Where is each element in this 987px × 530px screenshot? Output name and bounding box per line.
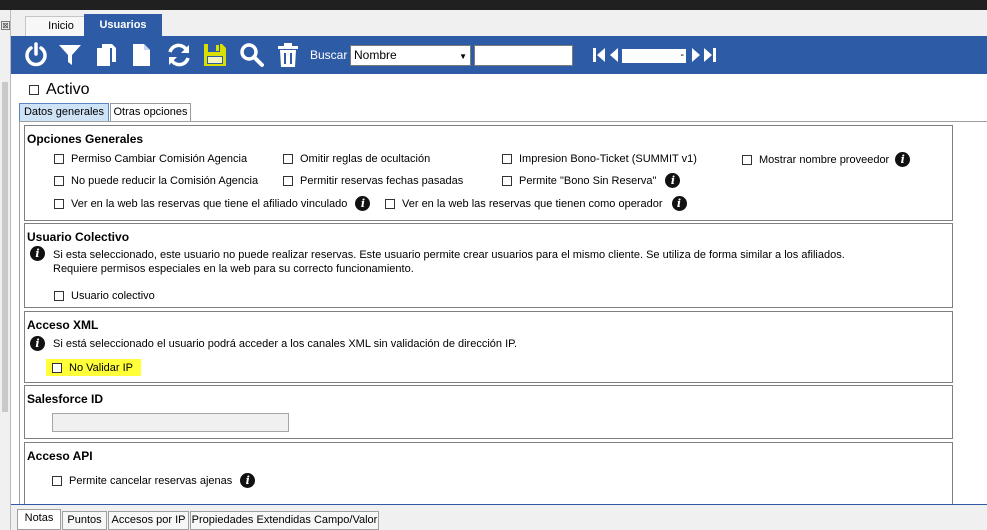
option-no-validar-ip[interactable]: No Validar IP [52, 362, 133, 374]
previous-record-icon[interactable] [607, 46, 621, 64]
option-impresion-bono-ticket[interactable]: Impresion Bono-Ticket (SUMMIT v1) [502, 153, 697, 165]
activo-checkbox[interactable]: Activo [29, 80, 90, 100]
description: Si está seleccionado el usuario podrá ac… [53, 338, 518, 350]
option-label: Mostrar nombre proveedor [759, 153, 890, 166]
group-title: Opciones Generales [27, 132, 144, 146]
option-ver-reservas-afiliado[interactable]: Ver en la web las reservas que tiene el … [54, 196, 371, 211]
toolbar: Buscar Nombre ▼ - [11, 36, 987, 74]
usuario-colectivo-group: Usuario Colectivo i Si esta seleccionado… [24, 223, 953, 308]
search-label: Buscar [310, 48, 348, 62]
bottom-tab-strip: Notas Puntos Accesos por IP Propiedades … [11, 505, 987, 530]
close-panel-icon[interactable]: ⊠ [1, 21, 10, 30]
description-line-1: Si esta seleccionado, este usuario no pu… [53, 249, 845, 261]
group-title: Acceso XML [27, 318, 99, 332]
main-tab-strip: Inicio Usuarios [11, 10, 987, 36]
first-record-icon[interactable] [592, 46, 606, 64]
title-bar [0, 0, 987, 10]
new-document-icon[interactable] [126, 40, 156, 70]
option-label: Omitir reglas de ocultación [300, 153, 431, 165]
checkbox[interactable] [283, 176, 293, 186]
option-cancelar-reservas-ajenas[interactable]: Permite cancelar reservas ajenas i [52, 473, 256, 488]
group-title: Salesforce ID [27, 392, 104, 406]
info-icon[interactable]: i [665, 173, 681, 188]
option-omitir-reglas[interactable]: Omitir reglas de ocultación [283, 153, 430, 165]
checkbox[interactable] [54, 154, 64, 164]
salesforce-id-input[interactable] [52, 413, 289, 432]
checkbox[interactable] [502, 175, 512, 186]
tab-otras-opciones[interactable]: Otras opciones [110, 103, 191, 122]
search-input[interactable] [474, 45, 573, 66]
search-field-dropdown[interactable]: Nombre ▼ [350, 45, 471, 66]
checkbox[interactable] [385, 198, 395, 209]
power-icon[interactable] [21, 40, 51, 70]
option-label: Usuario colectivo [71, 290, 155, 302]
option-ver-reservas-operador[interactable]: Ver en la web las reservas que tienen co… [385, 196, 687, 211]
info-icon[interactable]: i [355, 196, 371, 211]
tab-propiedades-extendidas[interactable]: Propiedades Extendidas Campo/Valor [190, 511, 379, 530]
option-label: Impresion Bono-Ticket (SUMMIT v1) [519, 153, 697, 165]
left-scrollbar[interactable] [2, 82, 8, 412]
trash-icon[interactable] [273, 40, 303, 70]
record-position-field[interactable]: - [622, 49, 686, 63]
option-bono-sin-reserva[interactable]: Permite "Bono Sin Reserva" i [502, 173, 681, 188]
option-usuario-colectivo[interactable]: Usuario colectivo [54, 290, 155, 302]
group-title: Usuario Colectivo [27, 230, 130, 244]
option-permiso-cambiar-comision[interactable]: Permiso Cambiar Comisión Agencia [54, 153, 247, 165]
option-label: No Validar IP [69, 362, 133, 374]
activo-label: Activo [46, 81, 90, 98]
acceso-api-group: Acceso API Permite cancelar reservas aje… [24, 442, 953, 512]
info-icon: i [30, 336, 45, 351]
option-label: Permite "Bono Sin Reserva" [519, 174, 657, 187]
next-record-icon[interactable] [689, 46, 703, 64]
checkbox[interactable] [742, 154, 752, 165]
chevron-down-icon: ▼ [459, 52, 467, 61]
tab-datos-generales[interactable]: Datos generales [19, 103, 109, 122]
tab-notas[interactable]: Notas [17, 509, 61, 530]
last-record-icon[interactable] [703, 46, 717, 64]
checkbox[interactable] [283, 154, 293, 164]
search-field-value: Nombre [354, 48, 397, 62]
tab-usuarios[interactable]: Usuarios [84, 14, 162, 36]
option-permitir-fechas-pasadas[interactable]: Permitir reservas fechas pasadas [283, 175, 463, 187]
save-icon[interactable] [200, 40, 230, 70]
filter-icon[interactable] [55, 40, 85, 70]
option-label: Permite cancelar reservas ajenas [69, 474, 233, 487]
info-icon[interactable]: i [240, 473, 256, 488]
info-icon[interactable]: i [895, 152, 911, 167]
option-label: Ver en la web las reservas que tiene el … [71, 197, 348, 210]
content-panel: Opciones Generales Permiso Cambiar Comis… [19, 121, 987, 512]
group-title: Acceso API [27, 449, 93, 463]
checkbox[interactable] [54, 176, 64, 186]
acceso-xml-group: Acceso XML i Si está seleccionado el usu… [24, 311, 953, 383]
option-label: No puede reducir la Comisión Agencia [71, 175, 259, 187]
description-line-2: Requiere permisos especiales en la web p… [53, 263, 414, 275]
option-label: Ver en la web las reservas que tienen co… [402, 197, 663, 210]
left-panel-strip: ⊠ [0, 10, 11, 530]
salesforce-group: Salesforce ID [24, 385, 953, 439]
checkbox-box[interactable] [29, 85, 39, 95]
info-icon[interactable]: i [671, 196, 687, 211]
app-window: ⊠ Inicio Usuarios Buscar Nombre ▼ - Acti… [0, 0, 987, 530]
search-icon[interactable] [237, 40, 267, 70]
tab-puntos[interactable]: Puntos [62, 511, 107, 530]
opciones-generales-group: Opciones Generales Permiso Cambiar Comis… [24, 125, 953, 221]
option-no-reducir-comision[interactable]: No puede reducir la Comisión Agencia [54, 175, 258, 187]
option-label: Permitir reservas fechas pasadas [300, 175, 464, 187]
checkbox[interactable] [52, 475, 62, 486]
copy-icon[interactable] [91, 40, 121, 70]
option-label: Permiso Cambiar Comisión Agencia [71, 153, 248, 165]
option-mostrar-nombre-proveedor[interactable]: Mostrar nombre proveedor i [742, 152, 911, 167]
checkbox[interactable] [502, 154, 512, 164]
checkbox[interactable] [52, 363, 62, 373]
info-icon: i [30, 246, 45, 261]
tab-accesos-por-ip[interactable]: Accesos por IP [108, 511, 189, 530]
refresh-icon[interactable] [164, 40, 194, 70]
checkbox[interactable] [54, 198, 64, 209]
checkbox[interactable] [54, 291, 64, 301]
